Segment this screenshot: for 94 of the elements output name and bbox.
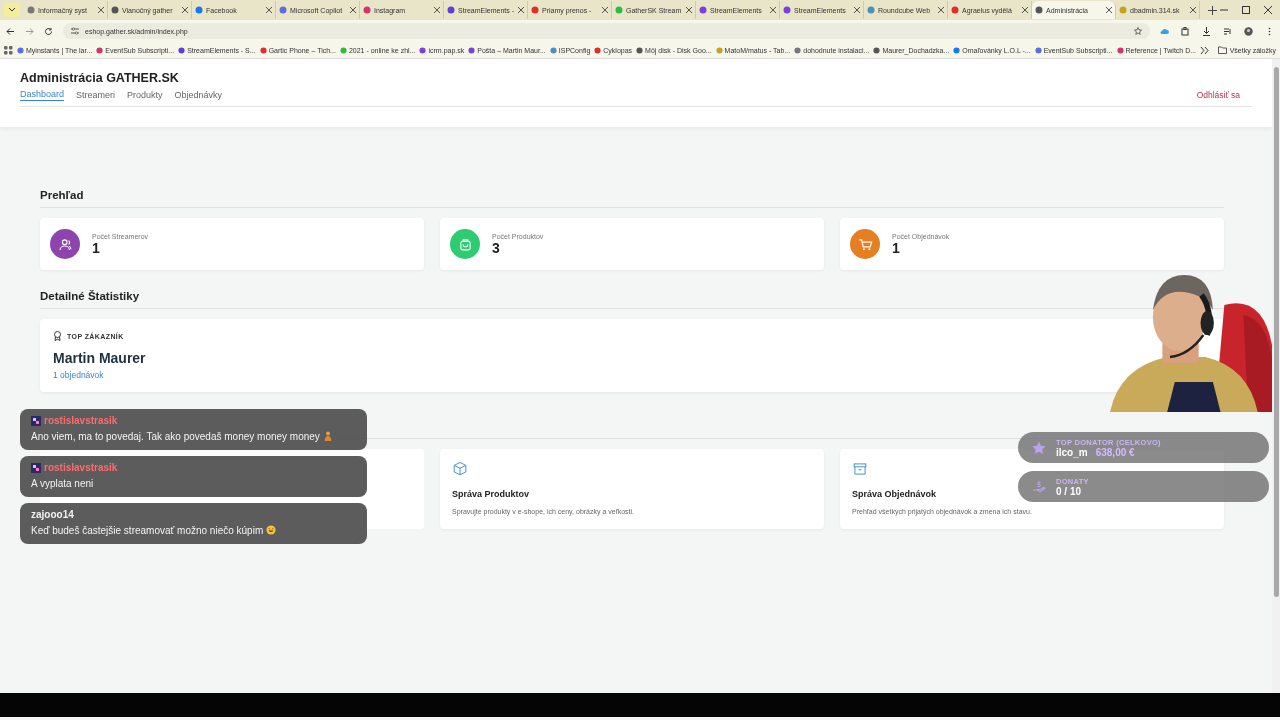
chat-username: zajooo14 bbox=[31, 509, 74, 520]
back-icon[interactable] bbox=[6, 26, 15, 36]
chat-text: Keď budeš častejšie streamovať možno niečo kúpim bbox=[31, 525, 264, 536]
more-bookmarks-icon[interactable] bbox=[1200, 45, 1210, 55]
favicon-icon bbox=[699, 6, 707, 14]
close-icon[interactable] bbox=[854, 7, 860, 13]
award-icon bbox=[53, 331, 62, 341]
chat-text: A vyplata neni bbox=[31, 478, 94, 489]
favicon-icon bbox=[259, 46, 267, 54]
close-icon[interactable] bbox=[434, 7, 440, 13]
close-icon[interactable] bbox=[686, 7, 692, 13]
nav-link[interactable]: Produkty bbox=[127, 89, 163, 101]
favicon-icon bbox=[615, 6, 623, 14]
favicon-icon bbox=[636, 46, 644, 54]
bookmark-star-icon[interactable] bbox=[1134, 27, 1142, 35]
minimize-icon[interactable] bbox=[1220, 6, 1228, 14]
avatar-icon[interactable] bbox=[1244, 26, 1253, 36]
favicon-icon bbox=[279, 6, 287, 14]
favicon-icon bbox=[1119, 6, 1127, 14]
order-count: 1 objednávok bbox=[53, 370, 105, 380]
emoji-icon bbox=[322, 431, 333, 441]
favicon-icon bbox=[953, 46, 961, 54]
logout-link[interactable]: Odhlásiť sa bbox=[1196, 90, 1240, 100]
close-icon[interactable] bbox=[266, 7, 272, 13]
close-icon[interactable] bbox=[1022, 7, 1028, 13]
donate-hand-icon bbox=[1032, 479, 1046, 494]
close-icon[interactable] bbox=[518, 7, 524, 13]
chevron-icon bbox=[9, 8, 15, 12]
apps-icon[interactable] bbox=[4, 45, 13, 55]
favicon-icon bbox=[715, 46, 723, 54]
stat-value: 1 bbox=[92, 239, 101, 256]
chat-text: Ano viem, ma to povedaj. Tak ako povedaš money money money bbox=[31, 431, 320, 442]
tab-search-button[interactable] bbox=[4, 3, 20, 17]
favicon-icon bbox=[531, 6, 539, 14]
stat-value: 3 bbox=[492, 239, 501, 256]
customer-name: Martin Maurer bbox=[53, 350, 147, 366]
favicon-icon bbox=[178, 46, 186, 54]
close-icon[interactable] bbox=[1106, 7, 1112, 13]
cloud-icon[interactable] bbox=[1160, 26, 1169, 36]
favicon-icon bbox=[867, 6, 875, 14]
close-icon[interactable] bbox=[98, 7, 104, 13]
favicon-icon bbox=[96, 46, 104, 54]
favicon-icon bbox=[468, 46, 476, 54]
folder-icon bbox=[1217, 46, 1227, 54]
chat-username: rostislavstrasik bbox=[44, 415, 118, 426]
stat-value: 1 bbox=[892, 239, 901, 256]
card-title: Správa Objednávok bbox=[852, 489, 937, 499]
nav-link[interactable]: Objednávky bbox=[174, 89, 223, 101]
plus-icon[interactable] bbox=[1208, 5, 1217, 15]
nav-link[interactable]: Dashboard bbox=[20, 89, 65, 101]
favicon-icon bbox=[951, 6, 959, 14]
donation-amount: 638,00 € bbox=[1095, 446, 1135, 458]
box-icon bbox=[452, 461, 468, 477]
site-info-icon[interactable] bbox=[71, 27, 79, 35]
widget-value: ilco_m bbox=[1056, 446, 1088, 458]
widget-value: 0 / 10 bbox=[1056, 485, 1082, 497]
reload-icon[interactable] bbox=[44, 26, 53, 36]
site-title: Administrácia GATHER.SK bbox=[20, 71, 180, 85]
close-icon[interactable] bbox=[770, 7, 776, 13]
star-icon bbox=[1032, 440, 1046, 455]
nav-link[interactable]: Streameri bbox=[76, 89, 116, 101]
favicon-icon bbox=[594, 46, 602, 54]
card-title: Správa Produktov bbox=[452, 489, 530, 499]
emoji-icon bbox=[266, 525, 276, 535]
favicon-icon bbox=[27, 6, 35, 14]
close-icon[interactable] bbox=[350, 7, 356, 13]
favicon-icon bbox=[447, 6, 455, 14]
favicon-icon bbox=[419, 46, 427, 54]
favicon-icon bbox=[195, 6, 203, 14]
favicon-icon bbox=[363, 6, 371, 14]
favicon-icon bbox=[794, 46, 802, 54]
close-icon[interactable] bbox=[1264, 6, 1272, 14]
close-icon[interactable] bbox=[1190, 7, 1196, 13]
favicon-icon bbox=[873, 46, 881, 54]
forward-icon[interactable] bbox=[25, 26, 34, 36]
favicon-icon bbox=[1116, 46, 1124, 54]
close-icon[interactable] bbox=[938, 7, 944, 13]
media-icon[interactable] bbox=[1223, 26, 1232, 36]
extensions-icon[interactable] bbox=[1181, 26, 1190, 36]
favicon-icon bbox=[1034, 46, 1042, 54]
favicon-icon bbox=[111, 6, 119, 14]
section-heading: Prehľad bbox=[40, 189, 1224, 208]
archive-icon bbox=[852, 461, 868, 477]
favicon-icon bbox=[339, 46, 347, 54]
download-icon[interactable] bbox=[1202, 26, 1211, 36]
maximize-icon[interactable] bbox=[1242, 6, 1250, 14]
scrollbar[interactable] bbox=[1272, 59, 1280, 693]
close-icon[interactable] bbox=[182, 7, 188, 13]
chat-username: rostislavstrasik bbox=[44, 462, 118, 473]
favicon-icon bbox=[17, 46, 24, 54]
favicon-icon bbox=[549, 46, 557, 54]
close-icon[interactable] bbox=[602, 7, 608, 13]
favicon-icon bbox=[783, 6, 791, 14]
favicon-icon bbox=[1035, 6, 1043, 14]
